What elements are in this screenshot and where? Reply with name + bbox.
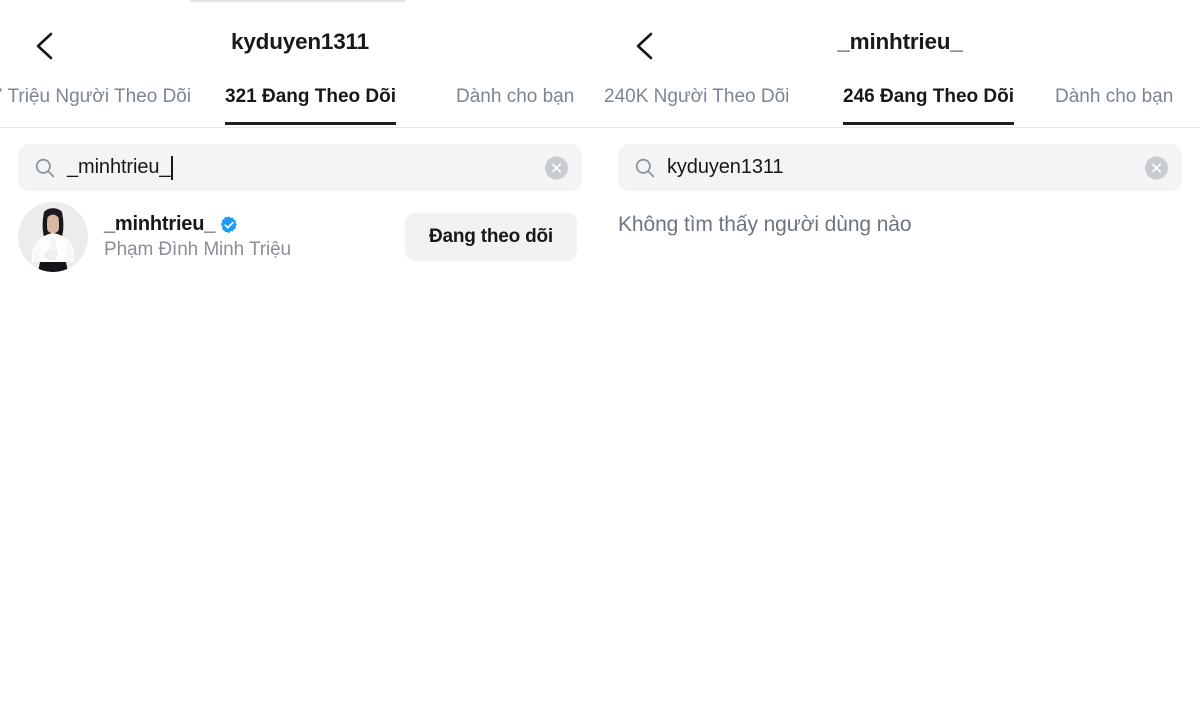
close-icon [1152, 163, 1161, 172]
page-title: _minhtrieu_ [837, 29, 963, 54]
empty-results-message: Không tìm thấy người dùng nào [618, 213, 912, 236]
tabbar-left: 7 Triệu Người Theo Dõi 321 Đang Theo Dõi… [0, 86, 600, 128]
following-button[interactable]: Đang theo dõi [404, 213, 577, 261]
dual-panel-screenshot: kyduyen1311 7 Triệu Người Theo Dõi 321 Đ… [0, 0, 1200, 720]
text-cursor [171, 155, 174, 180]
list-item[interactable]: _minhtrieu_ Phạm Đình Minh Triệu Đang th… [0, 191, 600, 275]
close-icon [552, 163, 561, 172]
nav-header-right: _minhtrieu_ [600, 0, 1200, 86]
list-item-text: _minhtrieu_ Phạm Đình Minh Triệu [88, 213, 405, 261]
tab-following[interactable]: 246 Đang Theo Dõi [843, 86, 1015, 125]
back-button[interactable] [26, 26, 66, 66]
tab-followers[interactable]: 7 Triệu Người Theo Dõi [0, 86, 191, 122]
search-box[interactable]: kyduyen1311 [618, 144, 1182, 191]
chevron-left-icon [636, 32, 653, 60]
full-name: Phạm Đình Minh Triệu [104, 239, 292, 260]
username: _minhtrieu_ [104, 213, 216, 235]
avatar[interactable] [18, 202, 88, 272]
search-section-left: _minhtrieu_ [0, 128, 600, 191]
tab-for-you[interactable]: Dành cho bạn [1055, 86, 1173, 122]
tabbar-right: 240K Người Theo Dõi 246 Đang Theo Dõi Dà… [600, 86, 1200, 128]
tab-for-you[interactable]: Dành cho bạn [456, 86, 574, 122]
page-title: kyduyen1311 [231, 29, 369, 54]
tab-followers[interactable]: 240K Người Theo Dõi [604, 86, 789, 122]
clear-search-button[interactable] [1145, 156, 1168, 179]
clear-search-button[interactable] [545, 156, 568, 179]
search-icon [634, 157, 656, 179]
panel-minhtrieu: _minhtrieu_ 240K Người Theo Dõi 246 Đang… [600, 0, 1200, 720]
panel-kyduyen1311: kyduyen1311 7 Triệu Người Theo Dõi 321 Đ… [0, 0, 600, 720]
nav-header-left: kyduyen1311 [0, 0, 600, 86]
search-box[interactable]: _minhtrieu_ [18, 144, 582, 191]
username-line: _minhtrieu_ [104, 213, 405, 236]
search-input[interactable]: kyduyen1311 [667, 156, 784, 179]
search-icon [34, 157, 56, 179]
back-button[interactable] [626, 26, 666, 66]
chevron-left-icon [36, 32, 53, 60]
tab-following[interactable]: 321 Đang Theo Dõi [225, 86, 397, 125]
top-edge-hairline [190, 0, 405, 2]
verified-badge-icon [221, 215, 238, 233]
user-avatar-image [18, 202, 88, 272]
search-section-right: kyduyen1311 [600, 128, 1200, 191]
search-input[interactable]: _minhtrieu_ [67, 156, 171, 179]
